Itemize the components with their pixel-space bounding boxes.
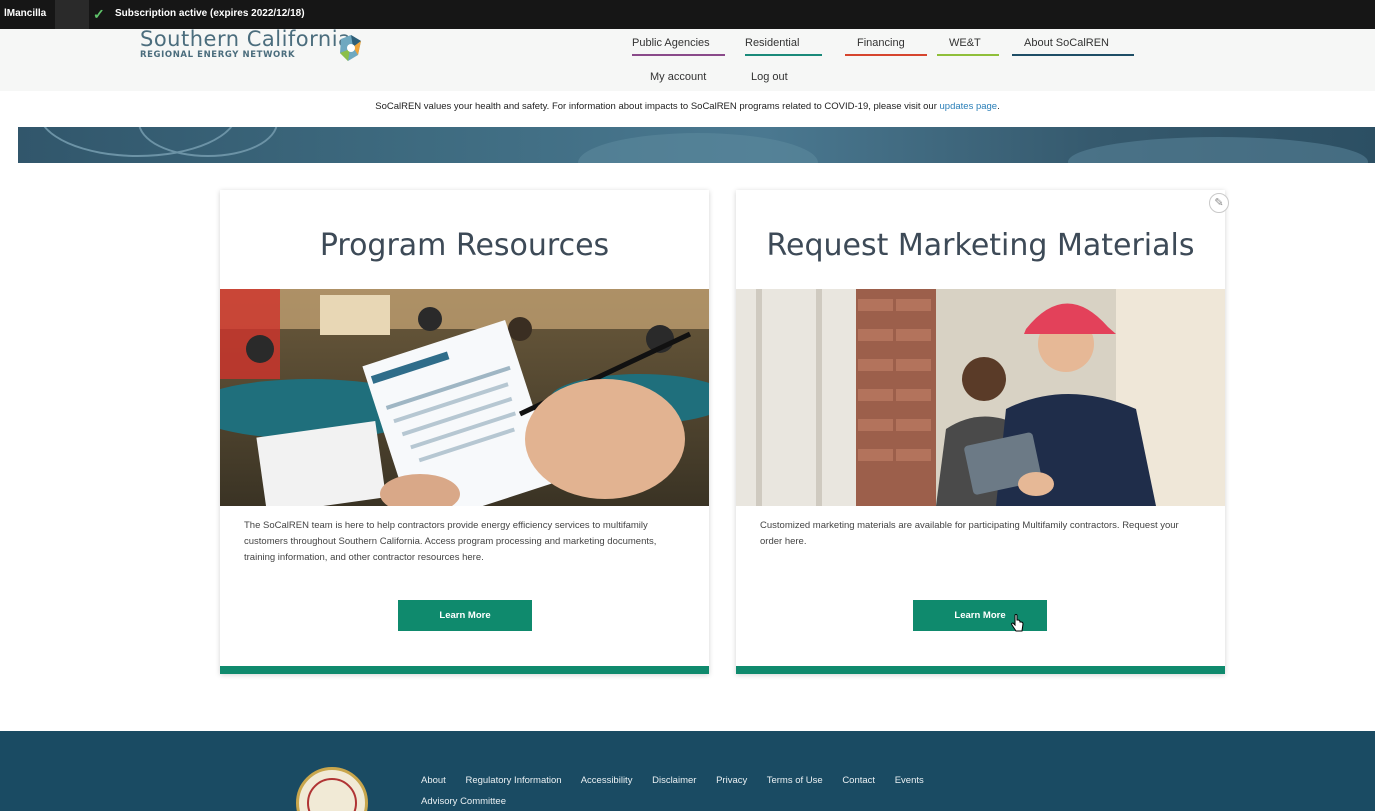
checkmark-icon: ✓ <box>93 6 105 22</box>
nav-underline <box>745 54 822 56</box>
nav-public-agencies[interactable]: Public Agencies <box>632 37 725 56</box>
learn-more-button[interactable]: Learn More <box>398 600 532 631</box>
pencil-edit-icon[interactable]: ✎ <box>1209 193 1229 213</box>
request-marketing-materials-card: Request Marketing Materials Customized m… <box>736 190 1225 674</box>
marketing-materials-image <box>736 289 1225 506</box>
footer-link-privacy[interactable]: Privacy <box>716 775 747 786</box>
county-seal-icon <box>296 767 368 811</box>
admin-toolbar: lMancilla ✓ Subscription active (expires… <box>0 0 1375 29</box>
footer-link-contact[interactable]: Contact <box>842 775 875 786</box>
subscription-status[interactable]: Subscription active (expires 2022/12/18) <box>115 8 305 19</box>
nav-underline <box>632 54 725 56</box>
covid-notice: SoCalREN values your health and safety. … <box>0 91 1375 127</box>
card-accent-bar <box>220 666 709 674</box>
footer-link-regulatory[interactable]: Regulatory Information <box>465 775 561 786</box>
card-accent-bar <box>736 666 1225 674</box>
nav-public-agencies-label: Public Agencies <box>632 37 710 49</box>
nav-underline <box>937 54 999 56</box>
nav-underline <box>1012 54 1134 56</box>
nav-financing-label: Financing <box>857 37 905 49</box>
nav-wet-label: WE&T <box>949 37 981 49</box>
notice-end: . <box>997 101 1000 112</box>
log-out-link[interactable]: Log out <box>751 71 788 83</box>
site-logo[interactable]: Southern California REGIONAL ENERGY NETW… <box>140 27 352 61</box>
toolbar-separator <box>55 0 89 29</box>
program-resources-image <box>220 289 709 506</box>
logo-title: Southern California <box>140 27 352 51</box>
logo-emblem-icon <box>340 35 361 61</box>
learn-more-button[interactable]: Learn More <box>913 600 1047 631</box>
card-title: Request Marketing Materials <box>766 228 1195 263</box>
card-description: The SoCalREN team is here to help contra… <box>244 520 657 563</box>
site-header: Southern California REGIONAL ENERGY NETW… <box>0 29 1375 91</box>
nav-residential[interactable]: Residential <box>745 37 822 56</box>
footer-link-disclaimer[interactable]: Disclaimer <box>652 775 696 786</box>
card-description: Customized marketing materials are avail… <box>760 520 1179 547</box>
footer-links: About Regulatory Information Accessibili… <box>421 775 941 786</box>
footer-links-row2: Advisory Committee <box>421 796 506 807</box>
hand-cursor-icon <box>1011 614 1024 632</box>
nav-wet[interactable]: WE&T <box>937 37 999 56</box>
nav-underline <box>845 54 927 56</box>
footer-link-about[interactable]: About <box>421 775 446 786</box>
footer-link-advisory-committee[interactable]: Advisory Committee <box>421 796 506 807</box>
footer-link-terms[interactable]: Terms of Use <box>767 775 823 786</box>
notice-text: SoCalREN values your health and safety. … <box>375 101 940 112</box>
card-title: Program Resources <box>319 228 610 263</box>
site-footer: About Regulatory Information Accessibili… <box>0 731 1375 811</box>
program-resources-card: Program Resources The SoCalREN team is h… <box>220 190 709 674</box>
admin-user-link[interactable]: lMancilla <box>4 8 46 19</box>
footer-link-accessibility[interactable]: Accessibility <box>581 775 633 786</box>
logo-subtitle: REGIONAL ENERGY NETWORK <box>140 50 296 60</box>
hero-banner <box>18 127 1375 163</box>
updates-page-link[interactable]: updates page <box>940 101 998 112</box>
nav-about-label: About SoCalREN <box>1024 37 1109 49</box>
nav-financing[interactable]: Financing <box>845 37 927 56</box>
footer-link-events[interactable]: Events <box>895 775 924 786</box>
nav-about-socalren[interactable]: About SoCalREN <box>1012 37 1134 56</box>
my-account-link[interactable]: My account <box>650 71 706 83</box>
nav-residential-label: Residential <box>745 37 800 49</box>
